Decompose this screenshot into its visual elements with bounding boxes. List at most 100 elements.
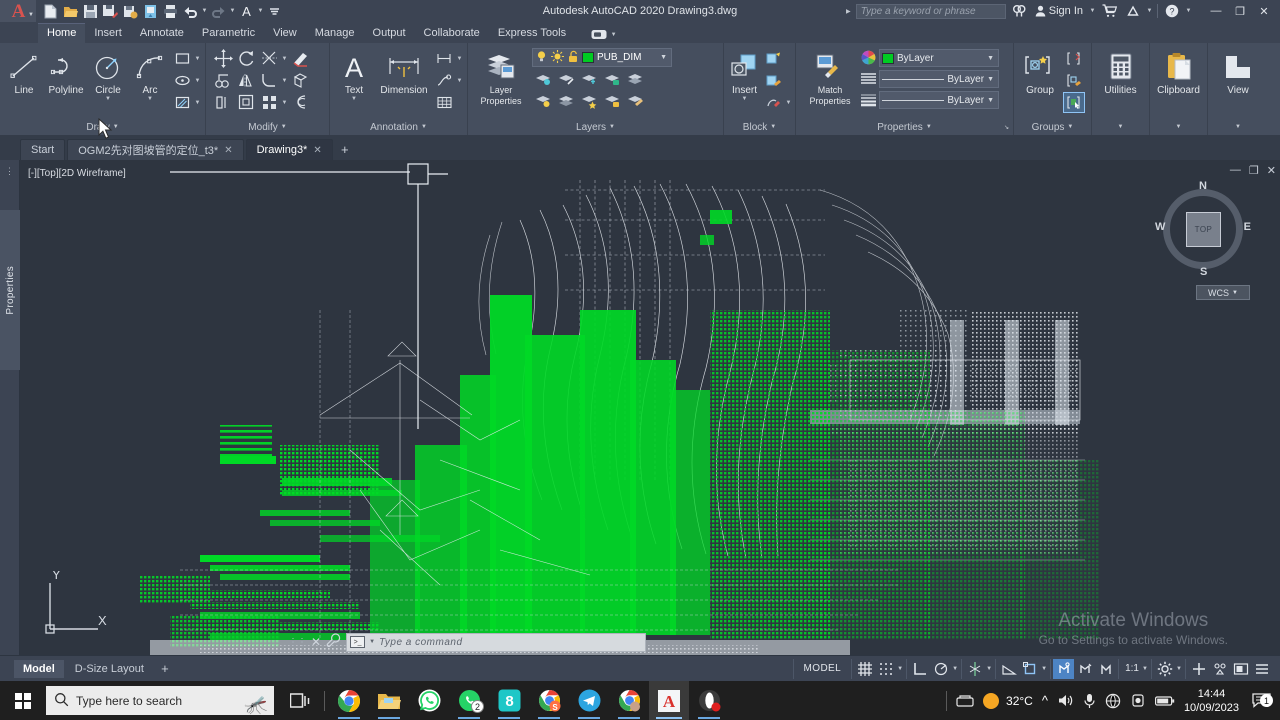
- taskbar-app-eight[interactable]: 8: [489, 681, 529, 720]
- redo-dropdown-icon[interactable]: ▼: [229, 8, 236, 14]
- annotation-scale-value[interactable]: 1:1: [1121, 663, 1141, 674]
- taskbar-app-telegram[interactable]: [569, 681, 609, 720]
- drawing-viewport[interactable]: [-][Top][2D Wireframe] — ❐ ✕ TOP N S W E…: [20, 160, 1280, 655]
- tab-annotate[interactable]: Annotate: [131, 24, 193, 43]
- group-select-icon[interactable]: [1063, 92, 1085, 113]
- stretch-icon[interactable]: [212, 92, 234, 113]
- tab-insert[interactable]: Insert: [85, 24, 131, 43]
- undo-icon[interactable]: [181, 2, 200, 21]
- viewcube-north[interactable]: N: [1199, 180, 1207, 192]
- bulb-icon[interactable]: [535, 50, 548, 66]
- chevron-down-icon[interactable]: ▼: [987, 76, 996, 83]
- circle-dropdown-icon[interactable]: ▼: [105, 96, 111, 102]
- layer-on-icon[interactable]: [578, 90, 600, 111]
- panel-title-utilities[interactable]: ▼: [1092, 119, 1149, 135]
- wrench-icon[interactable]: [326, 633, 341, 651]
- application-menu-button[interactable]: A ▼: [0, 0, 36, 22]
- group-edit-icon[interactable]: [1063, 70, 1085, 91]
- search-icon[interactable]: [1010, 2, 1029, 21]
- customize-icon[interactable]: [265, 2, 284, 21]
- taskbar-clock[interactable]: 14:44 10/09/2023: [1184, 687, 1239, 715]
- layer-unisolate-icon[interactable]: [532, 90, 554, 111]
- view-cube[interactable]: TOP N S W E: [1155, 180, 1251, 278]
- lineweight-icon[interactable]: [861, 93, 876, 110]
- command-grip[interactable]: ⋮⋮: [288, 637, 307, 648]
- battery-icon[interactable]: [1154, 695, 1175, 707]
- tab-collaborate[interactable]: Collaborate: [415, 24, 489, 43]
- autodesk-dropdown-icon[interactable]: ▼: [1146, 8, 1153, 14]
- plot-icon[interactable]: [161, 2, 180, 21]
- array-icon[interactable]: [258, 92, 280, 113]
- layout-tab-model[interactable]: Model: [14, 659, 64, 678]
- text-dropdown-icon[interactable]: ▼: [351, 96, 357, 102]
- grid-display-icon[interactable]: [854, 659, 875, 679]
- hidden-tray-icon[interactable]: [956, 694, 974, 708]
- osnap-tracking-dropdown-icon[interactable]: ▼: [985, 666, 993, 672]
- viewport-close-button[interactable]: ✕: [1267, 164, 1276, 177]
- file-tab-start[interactable]: Start: [20, 139, 66, 160]
- file-tab-drawing3[interactable]: Drawing3* ✕: [245, 139, 333, 160]
- taskbar-search-input[interactable]: Type here to search 🦟: [46, 686, 274, 715]
- chevron-down-icon[interactable]: ▼: [610, 32, 617, 38]
- microphone-icon[interactable]: [1083, 693, 1096, 709]
- palette-grip[interactable]: ⋮: [5, 166, 15, 177]
- open-icon[interactable]: [61, 2, 80, 21]
- panel-title-draw[interactable]: Draw ▼: [0, 119, 205, 135]
- customization-icon[interactable]: [1251, 659, 1272, 679]
- insert-dropdown-icon[interactable]: ▼: [742, 96, 748, 102]
- chevron-down-icon[interactable]: ▼: [369, 639, 375, 645]
- hatch-dropdown-icon[interactable]: ▼: [194, 100, 201, 106]
- taskbar-app-autocad[interactable]: A: [649, 681, 689, 720]
- workspace-dropdown-icon[interactable]: ▼: [1175, 666, 1183, 672]
- taskbar-app-whatsapp[interactable]: [409, 681, 449, 720]
- help-icon[interactable]: ?: [1162, 2, 1181, 21]
- attribute-icon[interactable]: [762, 92, 784, 113]
- text-button[interactable]: A Text ▼: [333, 47, 375, 102]
- close-icon[interactable]: ✕: [311, 635, 321, 649]
- layer-match-icon[interactable]: [624, 90, 646, 111]
- taskbar-app-file-explorer[interactable]: [369, 681, 409, 720]
- viewcube-south[interactable]: S: [1200, 266, 1207, 278]
- cart-icon[interactable]: [1100, 2, 1119, 21]
- tab-express-tools[interactable]: Express Tools: [489, 24, 575, 43]
- polar-dropdown-icon[interactable]: ▼: [951, 666, 959, 672]
- layer-thaw-icon[interactable]: [555, 90, 577, 111]
- match-properties-button[interactable]: Match Properties: [802, 47, 858, 107]
- cloud-icon[interactable]: [141, 2, 160, 21]
- trim-dropdown-icon[interactable]: ▼: [281, 56, 288, 62]
- ortho-mode-icon[interactable]: [909, 659, 930, 679]
- hatch-icon[interactable]: [171, 92, 193, 113]
- object-snap-tracking-icon[interactable]: [964, 659, 985, 679]
- snap-dropdown-icon[interactable]: ▼: [896, 666, 904, 672]
- arc-button[interactable]: Arc ▼: [129, 47, 171, 102]
- weather-widget[interactable]: 32°C: [983, 692, 1033, 709]
- add-layout-button[interactable]: +: [155, 661, 175, 676]
- ribbon-display-options[interactable]: ▼: [591, 29, 617, 43]
- text-style-icon[interactable]: A: [237, 2, 256, 21]
- network-icon[interactable]: [1105, 693, 1121, 709]
- linetype-icon[interactable]: [861, 72, 876, 89]
- file-tab-ogm2[interactable]: OGM2先对图坡管的定位_t3* ✕: [67, 139, 244, 160]
- sign-in-button[interactable]: Sign In: [1033, 5, 1085, 17]
- ungroup-icon[interactable]: [1063, 48, 1085, 69]
- snap-mode-icon[interactable]: [875, 659, 896, 679]
- ellipse-dropdown-icon[interactable]: ▼: [194, 78, 201, 84]
- unlock-icon[interactable]: [567, 50, 579, 66]
- view-button[interactable]: View: [1211, 47, 1265, 96]
- taskbar-app-task-view[interactable]: [280, 681, 320, 720]
- current-layer-combo[interactable]: PUB_DIM ▼: [532, 48, 672, 67]
- text-style-dropdown-icon[interactable]: ▼: [257, 8, 264, 14]
- taskbar-app-opera[interactable]: [689, 681, 729, 720]
- close-icon[interactable]: ✕: [224, 145, 232, 156]
- utilities-button[interactable]: Utilities: [1095, 47, 1146, 96]
- help-dropdown-icon[interactable]: ▼: [1185, 8, 1192, 14]
- clipboard-button[interactable]: Clipboard: [1153, 47, 1204, 96]
- chevron-up-icon[interactable]: ^: [1042, 693, 1048, 708]
- linetype-combo[interactable]: ByLayer ▼: [879, 70, 999, 88]
- maximize-button[interactable]: ❐: [1228, 0, 1252, 22]
- close-icon[interactable]: ✕: [313, 145, 321, 156]
- new-tab-button[interactable]: +: [335, 139, 355, 160]
- viewport-restore-button[interactable]: ❐: [1249, 164, 1259, 177]
- fillet-icon[interactable]: [258, 70, 280, 91]
- close-button[interactable]: ✕: [1252, 0, 1276, 22]
